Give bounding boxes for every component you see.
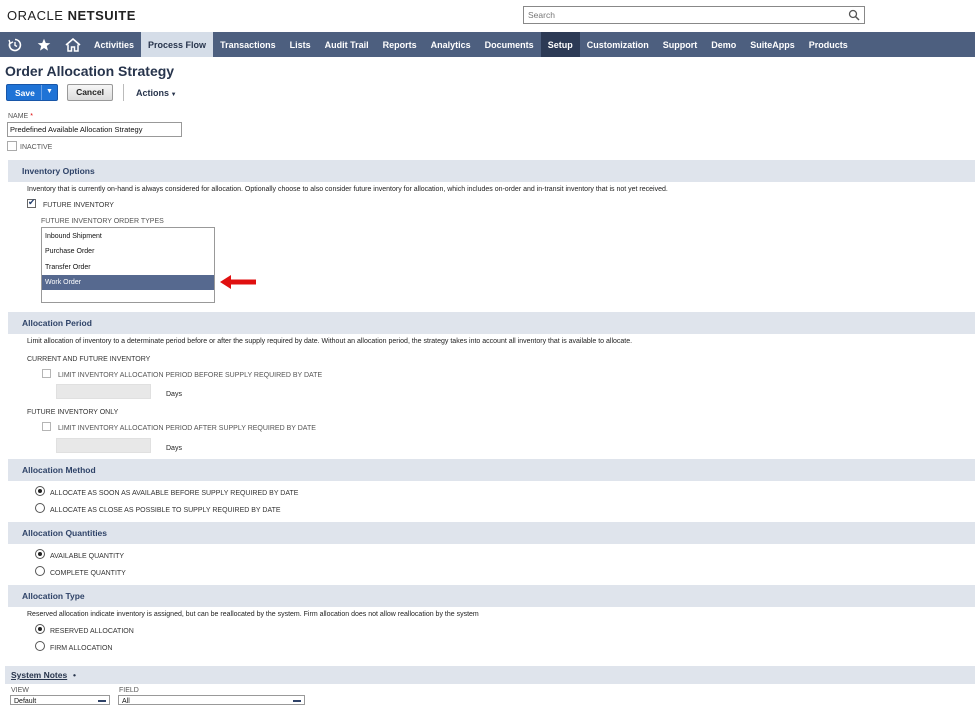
nav-setup[interactable]: Setup [540,32,580,57]
system-notes-bullet: • [73,670,76,680]
logo-brand-prefix: ORACLE [7,8,64,23]
nav-process-flow[interactable]: Process Flow [141,32,214,57]
cancel-button[interactable]: Cancel [67,84,113,101]
section-inventory-options[interactable]: Inventory Options [8,160,975,182]
save-button-label: Save [15,88,35,98]
type-reserved-radio[interactable] [35,624,45,634]
field-select[interactable]: All [118,695,305,705]
actions-chevron-down-icon: ▼ [169,92,177,98]
inactive-checkbox[interactable] [7,141,17,151]
nav-documents[interactable]: Documents [478,32,541,57]
nav-transactions[interactable]: Transactions [213,32,283,57]
actions-menu-label: Actions [136,88,170,98]
nav-suiteapps[interactable]: SuiteApps [743,32,802,57]
name-input[interactable]: Predefined Available Allocation Strategy [7,122,182,137]
nav-audit-trail[interactable]: Audit Trail [318,32,376,57]
main-nav: Activities Process Flow Transactions Lis… [0,32,975,57]
future-inventory-checkbox[interactable] [27,197,36,208]
allocation-type-description: Reserved allocation indicate inventory i… [27,611,479,618]
limit-before-checkbox[interactable] [42,369,51,378]
field-label: FIELD [119,687,139,694]
limit-after-label: LIMIT INVENTORY ALLOCATION PERIOD AFTER … [58,425,316,432]
page-title: Order Allocation Strategy [5,63,175,79]
days-before-input[interactable] [56,384,151,399]
quantity-complete-radio[interactable] [35,566,45,576]
order-types-label: FUTURE INVENTORY ORDER TYPES [41,218,164,225]
recent-records-icon[interactable] [0,32,29,57]
search-icon[interactable] [848,9,860,21]
view-select-value: Default [14,698,37,705]
section-allocation-quantities-title: Allocation Quantities [22,528,108,538]
method-asap-label: ALLOCATE AS SOON AS AVAILABLE BEFORE SUP… [50,490,299,497]
required-asterisk: * [30,113,33,120]
search-placeholder: Search [528,10,555,20]
annotation-arrow-icon [220,275,256,289]
future-only-label: FUTURE INVENTORY ONLY [27,409,119,416]
method-close-label: ALLOCATE AS CLOSE AS POSSIBLE TO SUPPLY … [50,507,281,514]
section-allocation-type-title: Allocation Type [22,591,85,601]
inactive-label: INACTIVE [20,144,53,151]
current-future-inventory-label: CURRENT AND FUTURE INVENTORY [27,356,151,363]
name-label-text: NAME [8,113,29,120]
nav-lists[interactable]: Lists [283,32,318,57]
section-allocation-period-title: Allocation Period [22,318,92,328]
save-button[interactable]: Save ▼ [6,84,58,101]
order-type-inbound-shipment[interactable]: Inbound Shipment [42,229,214,244]
section-allocation-type[interactable]: Allocation Type [8,585,975,607]
quantity-available-label: AVAILABLE QUANTITY [50,553,125,560]
order-type-purchase-order[interactable]: Purchase Order [42,244,214,259]
type-firm-radio[interactable] [35,641,45,651]
limit-after-checkbox[interactable] [42,422,51,431]
quantity-complete-label: COMPLETE QUANTITY [50,570,126,577]
section-allocation-method-title: Allocation Method [22,465,96,475]
days-after-unit: Days [166,445,182,452]
section-allocation-period[interactable]: Allocation Period [8,312,975,334]
order-types-listbox[interactable]: Inbound Shipment Purchase Order Transfer… [41,227,215,303]
system-notes-header[interactable]: System Notes • [5,666,975,684]
inventory-options-description: Inventory that is currently on-hand is a… [27,186,668,193]
section-inventory-options-title: Inventory Options [22,166,95,176]
order-type-work-order[interactable]: Work Order [42,275,214,290]
nav-customization[interactable]: Customization [580,32,656,57]
future-inventory-label: FUTURE INVENTORY [43,202,114,209]
order-type-transfer-order[interactable]: Transfer Order [42,260,214,275]
logo-brand-suffix: NETSUITE [67,8,136,23]
view-select[interactable]: Default [10,695,110,705]
global-search-input[interactable]: Search [523,6,865,24]
nav-demo[interactable]: Demo [704,32,743,57]
method-close-radio[interactable] [35,503,45,513]
method-asap-radio[interactable] [35,486,45,496]
system-notes-title: System Notes [11,670,68,680]
allocation-period-description: Limit allocation of inventory to a deter… [27,338,633,345]
field-chevron-down-icon [293,700,301,702]
save-menu-chevron-down-icon[interactable]: ▼ [46,88,53,95]
type-reserved-label: RESERVED ALLOCATION [50,628,134,635]
type-firm-label: FIRM ALLOCATION [50,645,113,652]
view-label: VIEW [11,687,29,694]
days-before-unit: Days [166,391,182,398]
netsuite-logo[interactable]: ORACLE NETSUITE [7,8,136,23]
limit-before-label: LIMIT INVENTORY ALLOCATION PERIOD BEFORE… [58,372,323,379]
top-bar: ORACLE NETSUITE Search [0,0,975,32]
shortcuts-star-icon[interactable] [29,32,58,57]
home-icon[interactable] [58,32,87,57]
nav-reports[interactable]: Reports [376,32,424,57]
section-allocation-quantities[interactable]: Allocation Quantities [8,522,975,544]
quantity-available-radio[interactable] [35,549,45,559]
field-select-value: All [122,698,130,705]
toolbar-divider [123,84,124,101]
nav-products[interactable]: Products [802,32,855,57]
nav-activities[interactable]: Activities [87,32,141,57]
nav-support[interactable]: Support [656,32,705,57]
save-button-divider [41,85,42,100]
actions-menu[interactable]: Actions ▼ [136,88,177,98]
nav-analytics[interactable]: Analytics [424,32,478,57]
section-allocation-method[interactable]: Allocation Method [8,459,975,481]
name-field-label: NAME * [8,113,33,120]
view-chevron-down-icon [98,700,106,702]
days-after-input[interactable] [56,438,151,453]
